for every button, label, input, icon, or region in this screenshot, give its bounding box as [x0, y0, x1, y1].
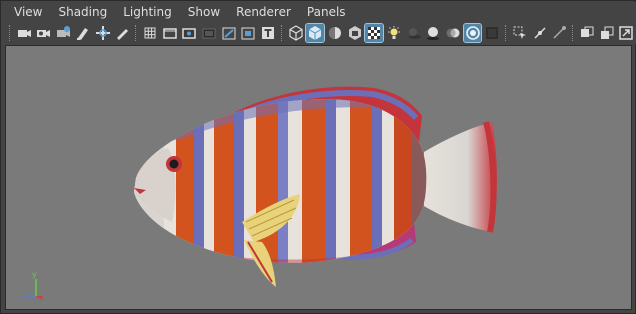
- default-material-icon[interactable]: [326, 24, 344, 42]
- field-chart-icon[interactable]: [220, 24, 238, 42]
- axis-gizmo: y z x: [12, 270, 44, 303]
- axis-x-label: x: [39, 293, 44, 302]
- fish-model[interactable]: [124, 82, 504, 287]
- toolbar-separator: [9, 25, 11, 41]
- axis-gizmo-lines: [26, 279, 42, 298]
- bookmark-camera-icon[interactable]: [54, 24, 72, 42]
- wireframe-icon[interactable]: [287, 24, 305, 42]
- grid-icon[interactable]: [141, 24, 159, 42]
- panel-toolbar: [2, 22, 636, 44]
- depth-of-field-icon[interactable]: [483, 24, 501, 42]
- menu-lighting[interactable]: Lighting: [115, 2, 180, 22]
- toolbar-separator: [135, 25, 137, 41]
- resolution-gate-icon[interactable]: [180, 24, 198, 42]
- panel-menubar: View Shading Lighting Show Renderer Pane…: [2, 2, 636, 22]
- menu-panels[interactable]: Panels: [299, 2, 354, 22]
- camera-attributes-icon[interactable]: [35, 24, 53, 42]
- viewport-panel: View Shading Lighting Show Renderer Pane…: [0, 0, 636, 314]
- two-pane-icon[interactable]: [578, 24, 596, 42]
- menu-show[interactable]: Show: [180, 2, 228, 22]
- axis-z-label: z: [18, 293, 23, 302]
- xray-icon[interactable]: [346, 24, 364, 42]
- toolbar-separator: [280, 25, 283, 41]
- four-pane-icon[interactable]: [598, 24, 616, 42]
- safe-action-icon[interactable]: [239, 24, 257, 42]
- axis-y-label: y: [32, 270, 37, 279]
- grease-pencil-icon[interactable]: [113, 24, 131, 42]
- safe-title-icon[interactable]: [259, 24, 277, 42]
- image-plane-icon[interactable]: [74, 24, 92, 42]
- menu-renderer[interactable]: Renderer: [228, 2, 299, 22]
- film-gate-icon[interactable]: [161, 24, 179, 42]
- isolate-select-icon[interactable]: [511, 24, 529, 42]
- smooth-shade-icon[interactable]: [305, 23, 326, 43]
- menu-view[interactable]: View: [6, 2, 50, 22]
- xray-joints-icon[interactable]: [531, 24, 549, 42]
- motion-blur-icon[interactable]: [444, 24, 462, 42]
- xray-active-components-icon[interactable]: [550, 24, 568, 42]
- camera-icon[interactable]: [15, 24, 33, 42]
- 3d-viewport[interactable]: y z x: [5, 45, 632, 310]
- screen-space-ao-icon[interactable]: [424, 24, 442, 42]
- menu-shading[interactable]: Shading: [50, 2, 115, 22]
- 2d-pan-zoom-icon[interactable]: [94, 24, 112, 42]
- shadows-icon[interactable]: [405, 24, 423, 42]
- toolbar-separator: [572, 25, 574, 41]
- textured-icon[interactable]: [364, 23, 385, 43]
- toolbar-separator: [505, 25, 507, 41]
- gate-mask-icon[interactable]: [200, 24, 218, 42]
- use-all-lights-icon[interactable]: [385, 24, 403, 42]
- maximize-pane-icon[interactable]: [617, 24, 635, 42]
- multisample-aa-icon[interactable]: [462, 23, 483, 43]
